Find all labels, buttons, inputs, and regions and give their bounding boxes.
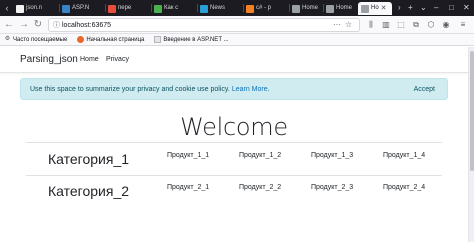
tab-title: Home bbox=[302, 5, 319, 11]
tab-favicon bbox=[246, 4, 254, 13]
product-item: Продукт_2_2 bbox=[239, 184, 282, 191]
url-text[interactable]: localhost:63675 bbox=[62, 22, 111, 29]
category-name: Категория_1 bbox=[48, 151, 130, 167]
divider bbox=[26, 142, 442, 143]
tab-separator bbox=[151, 4, 152, 12]
browser-tab-2[interactable]: ASP.N bbox=[62, 2, 104, 15]
library-icon[interactable]: ⫼ bbox=[366, 19, 376, 31]
tab-scroll-left-icon[interactable]: ‹ bbox=[2, 2, 12, 14]
tab-title: пере bbox=[118, 5, 132, 11]
browser-tab-8[interactable]: Home bbox=[326, 2, 356, 15]
new-tab-button[interactable]: + bbox=[408, 2, 413, 14]
tab-separator bbox=[105, 4, 106, 12]
tab-favicon bbox=[108, 4, 116, 13]
tab-title: Ho bbox=[371, 5, 379, 11]
nav-link-home[interactable]: Home bbox=[80, 55, 99, 65]
tab-favicon bbox=[16, 4, 24, 13]
tab-separator bbox=[243, 4, 244, 12]
browser-tab-3[interactable]: пере bbox=[108, 2, 150, 15]
browser-nav-bar: ← → ↻ ⓘ localhost:63675 ··· ☆ ⫼ ▥ ⬚ ⧉ ⬡ … bbox=[0, 16, 474, 34]
tab-title: json.n bbox=[26, 5, 43, 11]
browser-tab-active[interactable]: Ho ✕ bbox=[358, 2, 392, 15]
browser-tab-4[interactable]: Как с bbox=[154, 2, 196, 15]
browser-tab-7[interactable]: Home bbox=[292, 2, 322, 15]
category-name: Категория_2 bbox=[48, 183, 130, 199]
url-bar[interactable]: ⓘ localhost:63675 bbox=[48, 18, 360, 32]
tab-favicon bbox=[200, 4, 208, 13]
sidebar-icon[interactable]: ▥ bbox=[381, 19, 391, 31]
firefox-icon bbox=[77, 36, 85, 43]
tab-separator bbox=[323, 4, 324, 12]
product-item: Продукт_1_4 bbox=[383, 152, 426, 159]
cookie-message: Use this space to summarize your privacy… bbox=[30, 85, 270, 95]
site-header: Parsing_json Home Privacy bbox=[0, 47, 468, 73]
menu-icon[interactable]: ≡ bbox=[458, 19, 468, 31]
bookmarks-toolbar: ⚙ Часто посещаемые Начальная страница Вв… bbox=[0, 34, 474, 46]
bookmark-item[interactable]: ⚙ Часто посещаемые bbox=[4, 36, 68, 43]
reload-icon[interactable]: ↻ bbox=[33, 19, 43, 31]
scrollbar-thumb[interactable] bbox=[470, 51, 474, 171]
learn-more-link[interactable]: Learn More. bbox=[232, 86, 270, 93]
tab-separator bbox=[59, 4, 60, 12]
product-item: Продукт_1_2 bbox=[239, 152, 282, 159]
bookmark-label: Начальная страница bbox=[86, 36, 145, 43]
product-item: Продукт_1_1 bbox=[167, 152, 210, 159]
site-brand[interactable]: Parsing_json bbox=[20, 54, 78, 66]
tab-scroll-right-icon[interactable]: › bbox=[398, 2, 401, 14]
tab-title: News bbox=[210, 5, 226, 11]
extension-icon[interactable]: ⧉ bbox=[411, 19, 421, 31]
bookmark-label: Введение в ASP.NET ... bbox=[163, 36, 229, 43]
bookmark-star-icon[interactable]: ☆ bbox=[345, 20, 352, 30]
tab-title: Home bbox=[336, 5, 353, 11]
nav-link-privacy[interactable]: Privacy bbox=[106, 55, 129, 65]
extension-icon[interactable]: ⬡ bbox=[426, 19, 436, 31]
tab-favicon bbox=[62, 4, 70, 13]
product-item: Продукт_2_1 bbox=[167, 184, 210, 191]
cookie-consent-banner: Use this space to summarize your privacy… bbox=[20, 78, 448, 100]
tab-separator bbox=[197, 4, 198, 12]
close-window-icon[interactable]: ✕ bbox=[463, 2, 470, 14]
bookmark-label: Часто посещаемые bbox=[13, 36, 68, 43]
account-icon[interactable]: ◉ bbox=[441, 19, 451, 31]
tab-favicon bbox=[361, 4, 369, 13]
page-title: Welcome bbox=[180, 113, 288, 141]
close-tab-icon[interactable]: ✕ bbox=[381, 2, 387, 15]
tab-title: Как с bbox=[164, 5, 179, 11]
divider bbox=[26, 175, 442, 176]
product-item: Продукт_2_3 bbox=[311, 184, 354, 191]
tab-favicon bbox=[154, 4, 162, 13]
tab-favicon bbox=[326, 4, 334, 13]
maximize-icon[interactable]: □ bbox=[449, 2, 454, 14]
product-item: Продукт_1_3 bbox=[311, 152, 354, 159]
browser-tab-6[interactable]: c# - р bbox=[246, 2, 288, 15]
browser-tab-1[interactable]: json.n bbox=[16, 2, 58, 15]
product-item: Продукт_2_4 bbox=[383, 184, 426, 191]
page-icon bbox=[154, 36, 162, 43]
bookmark-item[interactable]: Введение в ASP.NET ... bbox=[154, 36, 229, 43]
vertical-scrollbar[interactable] bbox=[468, 47, 474, 242]
tab-title: c# - р bbox=[256, 5, 272, 11]
tab-title: ASP.N bbox=[72, 5, 90, 11]
gear-icon: ⚙ bbox=[4, 36, 11, 42]
tab-favicon bbox=[292, 4, 300, 13]
forward-icon[interactable]: → bbox=[19, 19, 29, 31]
accept-button[interactable]: Accept bbox=[414, 85, 435, 95]
browser-tab-bar: ‹ json.n ASP.N пере Как с News c# - р Ho… bbox=[0, 0, 474, 16]
back-icon[interactable]: ← bbox=[4, 19, 14, 31]
chevron-down-icon[interactable]: ⌄ bbox=[420, 2, 427, 14]
info-icon[interactable]: ⓘ bbox=[53, 20, 60, 30]
bookmark-item[interactable]: Начальная страница bbox=[77, 36, 144, 43]
minimize-icon[interactable]: – bbox=[434, 2, 438, 14]
browser-tab-5[interactable]: News bbox=[200, 2, 242, 15]
screenshot-icon[interactable]: ⬚ bbox=[396, 19, 406, 31]
more-actions-icon[interactable]: ··· bbox=[333, 20, 341, 30]
tab-separator bbox=[289, 4, 290, 12]
cookie-message-text: Use this space to summarize your privacy… bbox=[30, 86, 230, 93]
